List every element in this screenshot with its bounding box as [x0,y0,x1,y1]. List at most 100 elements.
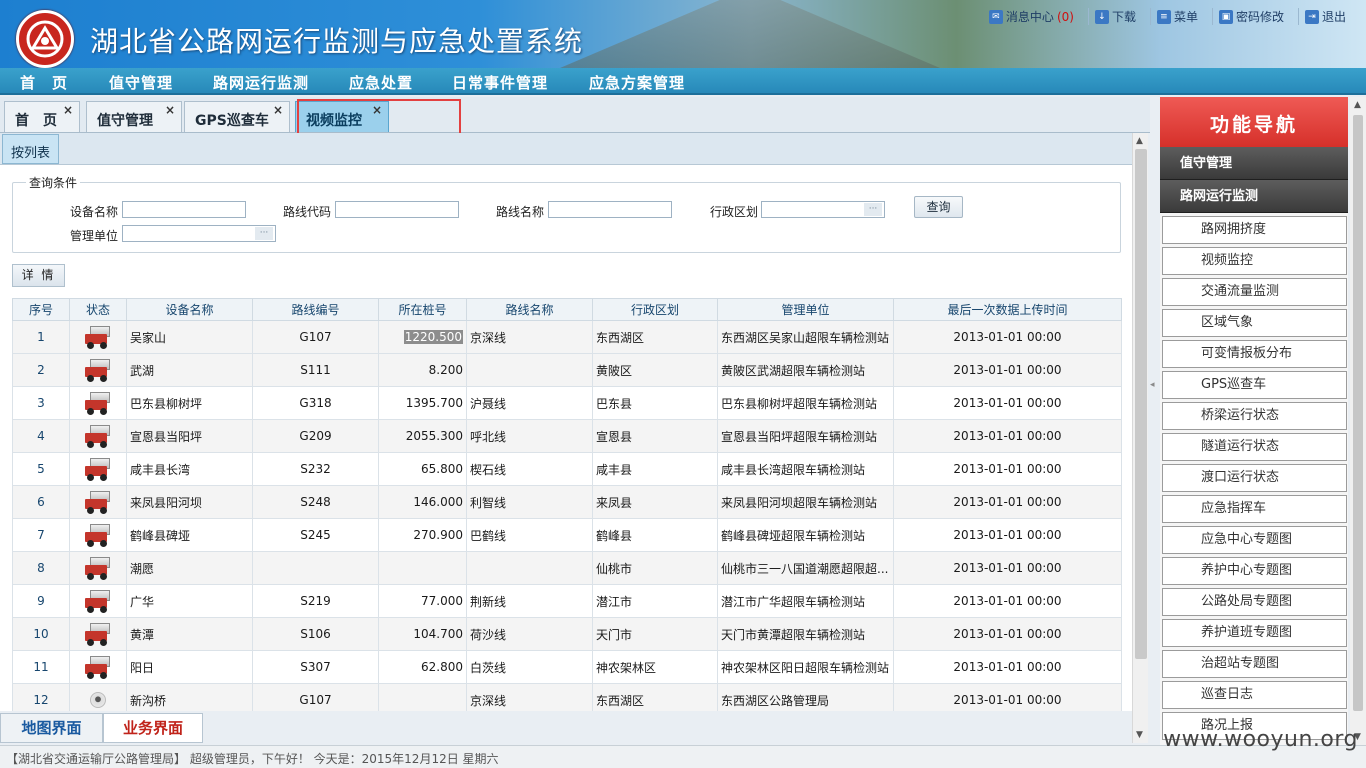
cell-stake [378,683,467,711]
cell-route-name: 巴鹤线 [466,518,593,552]
scroll-thumb[interactable] [1135,149,1147,659]
cell-index: 10 [12,617,70,651]
scroll-up-icon[interactable]: ▲ [1136,136,1143,146]
route-name-input[interactable] [548,201,672,218]
table-row[interactable]: 2 武湖 S111 8.200 黄陂区 黄陂区武湖超限车辆检测站 2013-01-01 00… [12,353,1122,387]
cell-device-name: 潮愿 [126,551,253,585]
cell-management-text: 来凤县阳河坝超限车辆检测站 [721,495,878,510]
table-row[interactable]: 9 广华 S219 77.000 荆新线 潜江市 潜江市广华超限车辆检测站 2013-01-0… [12,584,1122,618]
cell-index: 1 [12,320,70,354]
table-row[interactable]: 3 巴东县柳树坪 G318 1395.700 沪聂线 巴东县 巴东县柳树坪超限车辆检测站 20… [12,386,1122,420]
truck-icon [82,521,114,549]
table-row[interactable]: 12 新沟桥 G107 京深线 东西湖区 东西湖区公路管理局 2013-01-01 00:0… [12,683,1122,711]
cell-route-name-text: 京深线 [470,330,507,345]
query-button[interactable]: 查询 [914,196,963,218]
cell-route-name-text: 巴鹤线 [470,528,507,543]
tab-home[interactable]: 首 页 × [4,101,80,132]
column-header[interactable]: 路线编号 [252,298,379,321]
content-panel: 设备名称 路线代码 路线名称 行政区划 管理单位 查询条件 查询 详 情 序号状… [0,165,1132,711]
sidebar-item[interactable]: 视频监控 [1162,247,1347,275]
route-code-input[interactable] [335,201,459,218]
sidebar-item[interactable]: 可变情报板分布 [1162,340,1347,368]
table-row[interactable]: 5 咸丰县长湾 S232 65.800 楔石线 咸丰县 咸丰县长湾超限车辆检测站 2013-0… [12,452,1122,486]
cell-region-text: 来凤县 [596,495,633,510]
sidebar-item[interactable]: 隧道运行状态 [1162,433,1347,461]
sidebar-item[interactable]: 养护道班专题图 [1162,619,1347,647]
business-view-tab[interactable]: 业务界面 [103,713,203,743]
tab-duty-management[interactable]: 值守管理 × [86,101,182,132]
scroll-thumb[interactable] [1353,115,1363,711]
close-icon[interactable]: × [63,103,73,117]
table-row[interactable]: 1 吴家山 G107 1220.500 京深线 东西湖区 东西湖区吴家山超限车辆检测站 201… [12,320,1122,354]
table-row[interactable]: 4 宣恩县当阳坪 G209 2055.300 呼北线 宣恩县 宣恩县当阳坪超限车辆检测站 20… [12,419,1122,453]
cell-stake-text: 270.900 [413,528,463,542]
detail-button[interactable]: 详 情 [12,264,65,287]
cell-stake-text: 104.700 [413,627,463,641]
table-row[interactable]: 6 来凤县阳河坝 S248 146.000 利智线 来凤县 来凤县阳河坝超限车辆检测站 201… [12,485,1122,519]
table-row[interactable]: 10 黄潭 S106 104.700 荷沙线 天门市 天门市黄潭超限车辆检测站 2013-01… [12,617,1122,651]
sidebar-section-duty[interactable]: 值守管理 [1160,147,1348,180]
device-name-input[interactable] [122,201,246,218]
column-header[interactable]: 路线名称 [466,298,593,321]
cell-index-text: 1 [37,330,45,344]
sidebar-item[interactable]: 治超站专题图 [1162,650,1347,678]
nav-road-monitoring[interactable]: 路网运行监测 [213,72,309,93]
sidebar-item[interactable]: 养护中心专题图 [1162,557,1347,585]
cell-device-name: 巴东县柳树坪 [126,386,253,420]
collapse-handle-icon[interactable]: ◂ [1150,380,1158,420]
cell-region: 宣恩县 [592,419,718,453]
change-password-link[interactable]: ▣ 密码修改 [1211,8,1284,25]
table-row[interactable]: 8 潮愿 仙桃市 仙桃市三一八国道潮愿超限超... 2013-01-01 00:00 [12,551,1122,585]
map-view-tab[interactable]: 地图界面 [0,713,103,743]
sidebar-item[interactable]: 桥梁运行状态 [1162,402,1347,430]
nav-home[interactable]: 首 页 [20,72,68,93]
column-header[interactable]: 所在桩号 [378,298,467,321]
column-header[interactable]: 设备名称 [126,298,253,321]
cell-status [69,452,127,486]
nav-duty-management[interactable]: 值守管理 [109,72,173,93]
list-view-tab[interactable]: 按列表 [2,134,60,164]
message-center-link[interactable]: ✉ 消息中心 (0) [983,8,1074,25]
content-scrollbar[interactable]: ▲ ▼ [1132,133,1148,743]
sidebar-item[interactable]: 巡查日志 [1162,681,1347,709]
nav-emergency[interactable]: 应急处置 [349,72,413,93]
sidebar-item[interactable]: 区域气象 [1162,309,1347,337]
management-combo[interactable] [122,225,276,242]
sidebar-scrollbar[interactable]: ▲ ▼ [1350,97,1366,745]
sidebar-item[interactable]: GPS巡查车 [1162,371,1347,399]
close-icon[interactable]: × [273,103,283,117]
sidebar-item[interactable]: 路网拥挤度 [1162,216,1347,244]
menu-link[interactable]: ≡ 菜单 [1149,8,1198,25]
cell-management-text: 仙桃市三一八国道潮愿超限超... [721,561,889,576]
column-header[interactable]: 最后一次数据上传时间 [893,298,1122,321]
column-header[interactable]: 管理单位 [717,298,894,321]
cell-status [69,485,127,519]
header-banner-image [560,0,940,68]
sidebar-section-road-monitoring[interactable]: 路网运行监测 [1160,180,1348,213]
logo-icon [16,10,74,68]
nav-daily-events[interactable]: 日常事件管理 [452,72,548,93]
watermark-text: www.wooyun.org [1163,727,1358,752]
sidebar-item[interactable]: 应急中心专题图 [1162,526,1347,554]
cell-region: 来凤县 [592,485,718,519]
table-row[interactable]: 11 阳日 S307 62.800 白茨线 神农架林区 神农架林区阳日超限车辆检测站 2013… [12,650,1122,684]
cell-route-name-text: 沪聂线 [470,396,507,411]
logout-link[interactable]: ⇥ 退出 [1297,8,1346,25]
column-header[interactable]: 状态 [69,298,127,321]
sidebar-item[interactable]: 公路处局专题图 [1162,588,1347,616]
column-header[interactable]: 行政区划 [592,298,718,321]
sidebar-item[interactable]: 交通流量监测 [1162,278,1347,306]
tab-gps-patrol[interactable]: GPS巡查车 × [184,101,290,132]
sidebar-item[interactable]: 渡口运行状态 [1162,464,1347,492]
sidebar-item[interactable]: 应急指挥车 [1162,495,1347,523]
nav-emergency-plans[interactable]: 应急方案管理 [589,72,685,93]
cell-upload-time-text: 2013-01-01 00:00 [953,561,1062,575]
cell-stake-text: 1395.700 [405,396,463,410]
table-row[interactable]: 7 鹤峰县碑垭 S245 270.900 巴鹤线 鹤峰县 鹤峰县碑垭超限车辆检测站 2013-… [12,518,1122,552]
column-header[interactable]: 序号 [12,298,70,321]
close-icon[interactable]: × [165,103,175,117]
scroll-down-icon[interactable]: ▼ [1136,730,1143,740]
download-link[interactable]: ↓ 下载 [1087,8,1136,25]
scroll-up-icon[interactable]: ▲ [1354,100,1361,110]
region-combo[interactable] [761,201,885,218]
